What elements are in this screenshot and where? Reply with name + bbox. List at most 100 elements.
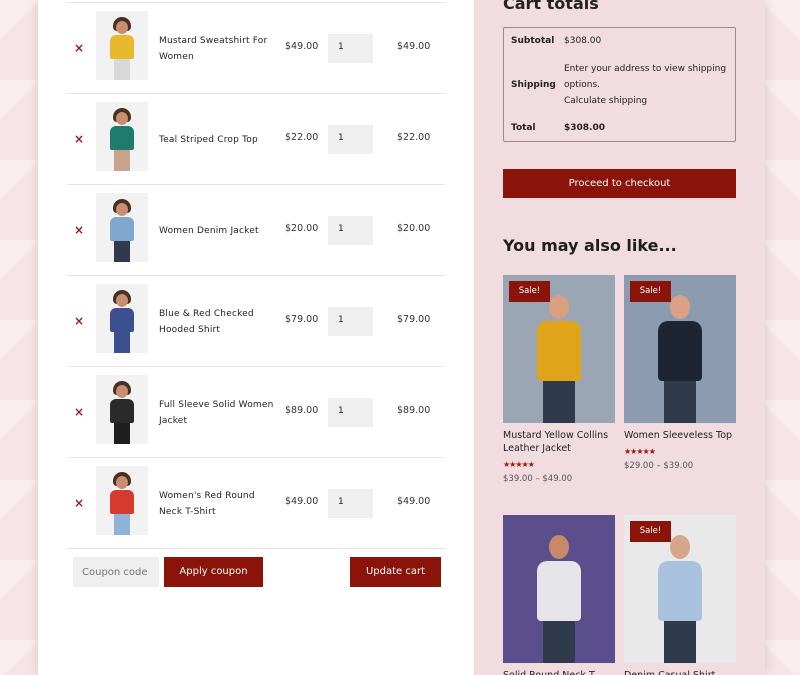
cart-row: × Blue & Red Checked Hooded Shirt $79.00 1 $… — [67, 275, 445, 366]
cart-totals-title: Cart totals — [503, 0, 599, 13]
cart-row: × Teal Striped Crop Top $22.00 1 $22.00 — [67, 93, 445, 184]
star-rating-icon: ★★★★★ — [503, 460, 535, 469]
product-subtotal: $49.00 — [397, 496, 431, 507]
remove-item-icon[interactable]: × — [73, 223, 85, 237]
thumbnail-figure-head — [116, 294, 128, 307]
product-image-figure-body — [537, 321, 581, 381]
thumbnail-figure-legs — [114, 332, 130, 353]
thumbnail-figure-legs — [114, 423, 130, 444]
thumbnail-figure-torso — [110, 217, 134, 241]
product-name-link[interactable]: Women's Red Round Neck T-Shirt — [159, 458, 277, 549]
product-subtotal: $49.00 — [397, 41, 431, 52]
related-product-image[interactable]: Sale! — [624, 515, 736, 663]
product-name-link[interactable]: Teal Striped Crop Top — [159, 94, 277, 185]
thumbnail-figure-head — [116, 385, 128, 398]
product-thumbnail[interactable] — [96, 102, 148, 171]
product-price: $89.00 — [285, 405, 319, 416]
product-thumbnail[interactable] — [96, 193, 148, 262]
remove-item-icon[interactable]: × — [73, 405, 85, 419]
product-image-figure-head — [670, 535, 690, 559]
thumbnail-figure-torso — [110, 126, 134, 150]
product-image-figure-legs — [543, 381, 575, 423]
product-image-figure-head — [670, 295, 690, 319]
related-product-name[interactable]: Women Sleeveless Top — [624, 429, 742, 442]
product-name-link[interactable]: Blue & Red Checked Hooded Shirt — [159, 276, 277, 367]
thumbnail-figure-head — [116, 203, 128, 216]
total-label: Total — [511, 123, 536, 133]
total-value: $308.00 — [564, 123, 605, 133]
remove-item-icon[interactable]: × — [73, 314, 85, 328]
cart-totals-box: Subtotal $308.00 Shipping Enter your add… — [503, 27, 736, 142]
calculate-shipping-link[interactable]: Calculate shipping — [564, 96, 647, 106]
cart-sidebar: Cart totals Subtotal $308.00 Shipping En… — [474, 0, 765, 675]
product-subtotal: $22.00 — [397, 132, 431, 143]
related-product-name[interactable]: Denim Casual Shirt Slim... — [624, 669, 742, 675]
update-cart-button[interactable]: Update cart — [350, 557, 441, 587]
sale-badge: Sale! — [509, 281, 550, 302]
related-products-title: You may also like... — [503, 236, 677, 255]
sale-badge: Sale! — [630, 281, 671, 302]
product-thumbnail[interactable] — [96, 375, 148, 444]
product-price: $22.00 — [285, 132, 319, 143]
thumbnail-figure-torso — [110, 399, 134, 423]
thumbnail-figure-legs — [114, 514, 130, 535]
proceed-to-checkout-button[interactable]: Proceed to checkout — [503, 169, 736, 198]
thumbnail-figure-torso — [110, 308, 134, 332]
product-thumbnail[interactable] — [96, 284, 148, 353]
related-product-price: $29.00 – $39.00 — [624, 461, 694, 471]
thumbnail-figure-head — [116, 476, 128, 489]
related-product-image[interactable]: Sale! — [624, 275, 736, 423]
product-image-figure-head — [549, 535, 569, 559]
related-product-image[interactable] — [503, 515, 615, 663]
quantity-input[interactable]: 1 — [328, 307, 373, 336]
quantity-input[interactable]: 1 — [328, 125, 373, 154]
apply-coupon-button[interactable]: Apply coupon — [164, 557, 263, 587]
thumbnail-figure-legs — [114, 59, 130, 80]
related-product-name[interactable]: Solid Round Neck T... — [503, 669, 621, 675]
product-price: $20.00 — [285, 223, 319, 234]
related-product-name[interactable]: Mustard Yellow Collins Leather Jacket — [503, 429, 621, 455]
thumbnail-figure-head — [116, 112, 128, 125]
subtotal-label: Subtotal — [511, 36, 555, 46]
cart-table: Apply coupon Update cart × Mustard Sweats… — [38, 0, 474, 675]
product-image-figure-legs — [664, 381, 696, 423]
product-name-link[interactable]: Women Denim Jacket — [159, 185, 277, 276]
product-thumbnail[interactable] — [96, 466, 148, 535]
remove-item-icon[interactable]: × — [73, 41, 85, 55]
star-rating-icon: ★★★★★ — [624, 447, 656, 456]
thumbnail-figure-legs — [114, 150, 130, 171]
cart-row: × Women Denim Jacket $20.00 1 $20.00 — [67, 184, 445, 275]
product-subtotal: $89.00 — [397, 405, 431, 416]
product-price: $79.00 — [285, 314, 319, 325]
thumbnail-figure-legs — [114, 241, 130, 262]
sale-badge: Sale! — [630, 521, 671, 542]
product-name-link[interactable]: Full Sleeve Solid Women Jacket — [159, 367, 277, 458]
cart-row: × Mustard Sweatshirt For Women $49.00 1 $49.… — [67, 2, 445, 93]
product-image-figure-body — [658, 321, 702, 381]
product-image-figure-legs — [664, 621, 696, 663]
thumbnail-figure-head — [116, 21, 128, 34]
thumbnail-figure-torso — [110, 35, 134, 59]
product-subtotal: $79.00 — [397, 314, 431, 325]
related-product-image[interactable]: Sale! — [503, 275, 615, 423]
product-thumbnail[interactable] — [96, 11, 148, 80]
quantity-input[interactable]: 1 — [328, 489, 373, 518]
product-price: $49.00 — [285, 496, 319, 507]
quantity-input[interactable]: 1 — [328, 216, 373, 245]
quantity-input[interactable]: 1 — [328, 398, 373, 427]
thumbnail-figure-torso — [110, 490, 134, 514]
subtotal-value: $308.00 — [564, 36, 602, 46]
product-price: $49.00 — [285, 41, 319, 52]
coupon-input[interactable] — [73, 557, 159, 587]
product-image-figure-legs — [543, 621, 575, 663]
page: Apply coupon Update cart × Mustard Sweats… — [38, 0, 765, 675]
quantity-input[interactable]: 1 — [328, 34, 373, 63]
shipping-label: Shipping — [511, 80, 556, 90]
cart-row: × Full Sleeve Solid Women Jacket $89.00 1 $8… — [67, 366, 445, 457]
remove-item-icon[interactable]: × — [73, 132, 85, 146]
related-product-price: $39.00 – $49.00 — [503, 474, 573, 484]
product-image-figure-body — [537, 561, 581, 621]
remove-item-icon[interactable]: × — [73, 496, 85, 510]
product-name-link[interactable]: Mustard Sweatshirt For Women — [159, 3, 277, 94]
product-image-figure-head — [549, 295, 569, 319]
